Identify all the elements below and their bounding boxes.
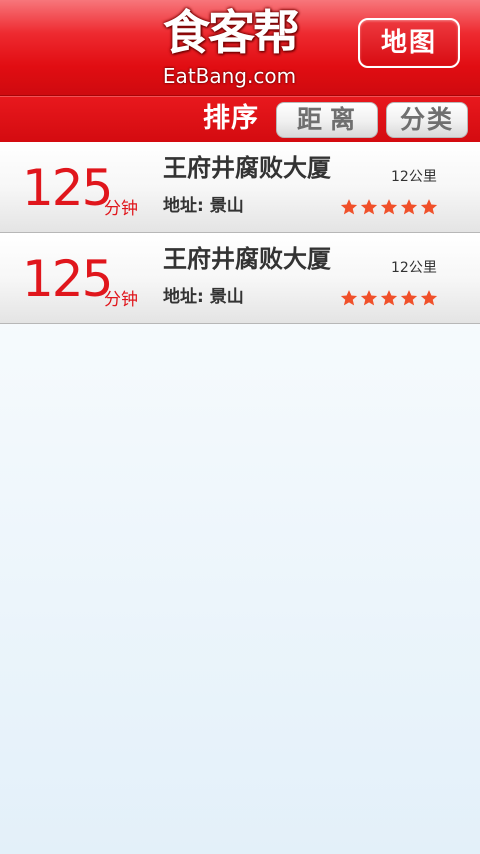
restaurant-address: 地址: 景山 (163, 196, 244, 216)
wait-time-unit: 分钟 (104, 290, 138, 310)
restaurant-name: 王府井腐败大厦 (163, 245, 331, 273)
list-item[interactable]: 125 分钟 王府井腐败大厦 12公里 地址: 景山 (0, 233, 480, 324)
star-icon (380, 199, 398, 215)
restaurant-address: 地址: 景山 (163, 287, 244, 307)
sort-bar: 排序 距离 分类 (0, 96, 480, 142)
star-icon (360, 290, 378, 306)
rating-stars (340, 289, 440, 309)
restaurant-distance: 12公里 (391, 260, 437, 276)
sort-by-category-button[interactable]: 分类 (386, 102, 468, 138)
sort-label: 排序 (203, 103, 259, 134)
star-icon (380, 290, 398, 306)
wait-time-unit: 分钟 (104, 199, 138, 219)
app-header: 食客帮 EatBang.com 地图 (0, 0, 480, 96)
restaurant-name: 王府井腐败大厦 (163, 154, 331, 182)
restaurant-distance: 12公里 (391, 169, 437, 185)
rating-stars (340, 198, 440, 218)
star-icon (360, 199, 378, 215)
star-icon (400, 199, 418, 215)
star-icon (400, 290, 418, 306)
list-item[interactable]: 125 分钟 王府井腐败大厦 12公里 地址: 景山 (0, 142, 480, 233)
wait-time-value: 125 (22, 250, 113, 308)
map-button[interactable]: 地图 (358, 18, 460, 68)
star-icon (340, 199, 358, 215)
app-logo: 食客帮 (163, 6, 300, 61)
star-icon (420, 290, 438, 306)
app-logo-subtitle: EatBang.com (162, 64, 297, 88)
wait-time-value: 125 (22, 159, 113, 217)
star-icon (340, 290, 358, 306)
star-icon (420, 199, 438, 215)
restaurant-list: 125 分钟 王府井腐败大厦 12公里 地址: 景山 125 分钟 王府井腐败大… (0, 142, 480, 324)
sort-by-distance-button[interactable]: 距离 (276, 102, 378, 138)
